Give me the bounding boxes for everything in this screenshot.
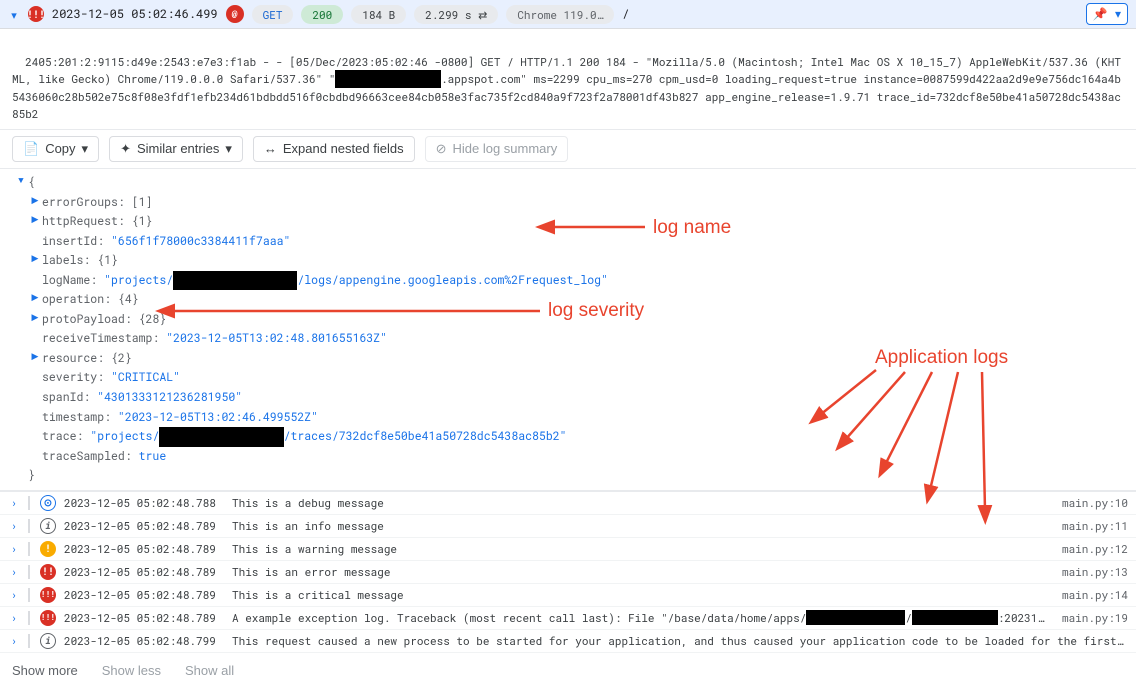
expand-arrow-icon[interactable]: ▶: [28, 193, 42, 208]
app-log-entries: › ⊙ 2023-12-05 05:02:48.788 This is a debug…: [0, 490, 1136, 653]
log-message: This request caused a new process to be …: [232, 633, 1128, 648]
log-message: This is a warning message: [232, 541, 1048, 556]
http-status-chip: 200: [301, 5, 343, 24]
raw-log-text: 2405:201:2:9115:d49e:2543:e7e3:f1ab - - …: [0, 29, 1136, 130]
expand-icon[interactable]: ›: [8, 497, 20, 509]
log-toolbar: 📄 Copy ▾ ✦ Similar entries ▾ ↔ Expand ne…: [0, 130, 1136, 169]
http-method-chip: GET: [252, 5, 294, 24]
severity-warn-icon: !: [40, 541, 56, 557]
response-size-chip: 184 B: [351, 5, 406, 24]
severity-info-icon: i: [40, 633, 56, 649]
log-message: A example exception log. Traceback (most…: [232, 610, 1048, 625]
log-message: This is a critical message: [232, 587, 1048, 602]
pin-action[interactable]: 📌 ▾: [1086, 3, 1128, 25]
severity-debug-icon: ⊙: [40, 495, 56, 511]
severity-info-icon: i: [40, 518, 56, 534]
expand-arrow-icon[interactable]: ▶: [28, 212, 42, 227]
expand-arrow-icon[interactable]: ▶: [28, 290, 42, 305]
expand-arrow-icon[interactable]: ▶: [28, 349, 42, 364]
pagination-links: Show more Show less Show all: [0, 653, 1136, 688]
log-source: main.py:12: [1062, 541, 1128, 556]
severity-critical-icon: !!!: [28, 6, 44, 22]
log-row[interactable]: ›! 2023-12-05 05:02:48.789 This is a warni…: [0, 538, 1136, 561]
expand-nested-button[interactable]: ↔ Expand nested fields: [253, 136, 415, 162]
log-header-row[interactable]: ▾ !!! 2023-12-05 05:02:46.499 @ GET 200 …: [0, 0, 1136, 29]
log-row[interactable]: › ⊙ 2023-12-05 05:02:48.788 This is a debug…: [0, 492, 1136, 515]
expand-icon[interactable]: ›: [8, 543, 20, 555]
log-row[interactable]: › i 2023-12-05 05:02:48.789 This is an info…: [0, 515, 1136, 538]
log-row[interactable]: › i 2023-12-05 05:02:48.799 This request ca…: [0, 630, 1136, 653]
header-timestamp: 2023-12-05 05:02:46.499: [52, 6, 218, 22]
log-timestamp: 2023-12-05 05:02:48.789: [64, 518, 224, 533]
expand-icon[interactable]: ›: [8, 520, 20, 532]
severity-error-icon: !!: [40, 564, 56, 580]
severity-critical-icon: !!!: [40, 610, 56, 626]
request-path: /: [622, 6, 629, 22]
hide-summary-button[interactable]: ⊘ Hide log summary: [425, 136, 569, 162]
severity-badge-icon: @: [226, 5, 244, 23]
expand-arrow-icon[interactable]: ▶: [28, 251, 42, 266]
collapse-icon[interactable]: ▼: [14, 173, 28, 188]
log-timestamp: 2023-12-05 05:02:48.789: [64, 541, 224, 556]
log-timestamp: 2023-12-05 05:02:48.789: [64, 610, 224, 625]
expand-arrow-icon[interactable]: ▶: [28, 310, 42, 325]
log-source: main.py:19: [1062, 610, 1128, 625]
copy-button[interactable]: 📄 Copy ▾: [12, 136, 99, 162]
similar-entries-button[interactable]: ✦ Similar entries ▾: [109, 136, 243, 162]
redacted-path: XXXXXXXXXXXXXXX: [806, 610, 905, 625]
log-message: This is a debug message: [232, 495, 1048, 510]
log-row[interactable]: ›!! 2023-12-05 05:02:48.789 This is an err…: [0, 561, 1136, 584]
log-source: main.py:14: [1062, 587, 1128, 602]
latency-chip: 2.299 s ⇄: [414, 5, 498, 24]
show-more-link[interactable]: Show more: [12, 663, 78, 678]
log-source: main.py:10: [1062, 495, 1128, 510]
redacted-host: XXXXXXXXXXXXXXXX: [335, 70, 441, 88]
show-less-link[interactable]: Show less: [102, 663, 161, 678]
redacted-project: XXXXXXXXXXXXXXXXXX: [173, 271, 297, 291]
log-source: main.py:11: [1062, 518, 1128, 533]
log-timestamp: 2023-12-05 05:02:48.789: [64, 564, 224, 579]
user-agent-chip: Chrome 119.0…: [506, 5, 614, 24]
log-timestamp: 2023-12-05 05:02:48.799: [64, 633, 224, 648]
log-source: main.py:13: [1062, 564, 1128, 579]
expand-icon[interactable]: ›: [8, 635, 20, 647]
expand-icon[interactable]: ▾: [8, 8, 20, 20]
log-message: This is an error message: [232, 564, 1048, 579]
expand-icon[interactable]: ›: [8, 566, 20, 578]
log-timestamp: 2023-12-05 05:02:48.789: [64, 587, 224, 602]
show-all-link[interactable]: Show all: [185, 663, 234, 678]
log-timestamp: 2023-12-05 05:02:48.788: [64, 495, 224, 510]
log-row[interactable]: ›!!! 2023-12-05 05:02:48.789 A example exc…: [0, 607, 1136, 630]
redacted-project: XXXXXXXXXXXXXXXXXX: [159, 427, 283, 447]
expand-icon[interactable]: ›: [8, 612, 20, 624]
log-row[interactable]: ›!!!2023-12-05 05:02:48.789This is a cri…: [0, 584, 1136, 607]
structured-json: ▼{ ▶errorGroups: [1] ▶httpRequest: {1} i…: [0, 169, 1136, 490]
severity-critical-icon: !!!: [40, 587, 56, 603]
log-message: This is an info message: [232, 518, 1048, 533]
